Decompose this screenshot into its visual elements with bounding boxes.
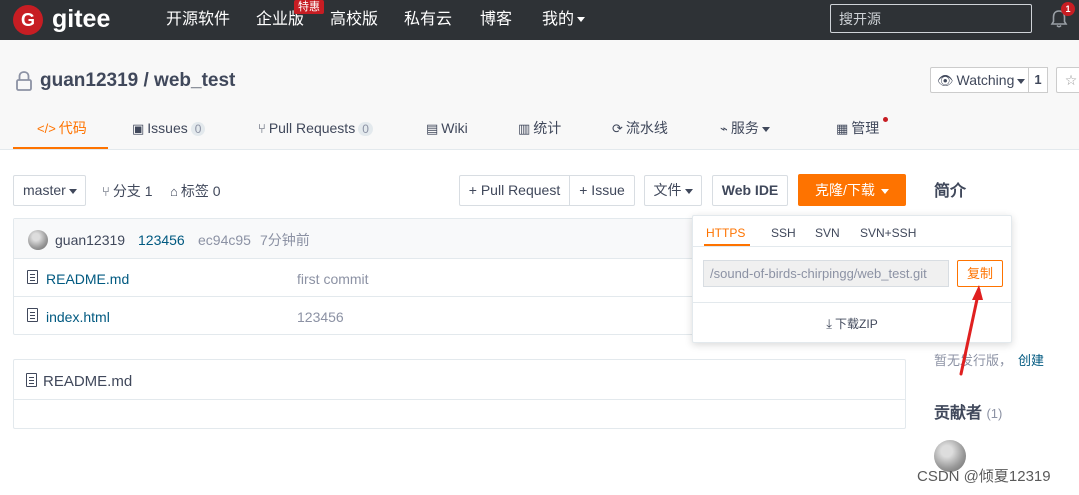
tab-wiki-label: Wiki	[441, 120, 468, 136]
manage-notice-dot	[883, 117, 888, 122]
notification-count-badge: 1	[1061, 2, 1075, 16]
watch-count[interactable]: 1	[1028, 67, 1048, 93]
tab-manage[interactable]: ▦ 管理	[836, 118, 879, 139]
file-commit-message[interactable]: first commit	[297, 269, 369, 289]
nav-open-source[interactable]: 开源软件	[166, 10, 230, 30]
branch-icon: ⑂	[102, 184, 110, 199]
tab-pipeline-label: 流水线	[625, 120, 668, 136]
branches-label: 分支 1	[112, 183, 153, 199]
watch-label: Watching	[956, 72, 1015, 88]
top-navbar: G gitee 开源软件 企业版 特惠 高校版 私有云 博客 我的 1	[0, 0, 1079, 40]
lock-icon	[16, 71, 32, 91]
star-icon[interactable]: ☆	[1056, 67, 1079, 93]
contributors-count: (1)	[986, 406, 1003, 421]
pulse-icon: ⌁	[720, 121, 728, 136]
commit-hash[interactable]: ec94c95	[198, 230, 251, 250]
contributors-label: 贡献者	[934, 405, 983, 422]
new-issue-button[interactable]: + Issue	[569, 175, 635, 206]
readme-panel: README.md	[13, 359, 906, 429]
tab-pull-requests[interactable]: ⑂ Pull Requests 0	[258, 118, 373, 139]
pipeline-icon: ⟳	[612, 121, 623, 136]
contributors-title: 贡献者 (1)	[934, 404, 1002, 424]
web-ide-button[interactable]: Web IDE	[712, 175, 788, 206]
nav-blog[interactable]: 博客	[480, 10, 512, 30]
commit-author[interactable]: guan12319	[55, 230, 125, 250]
search-input[interactable]	[830, 4, 1032, 33]
branch-select-label: master	[23, 182, 66, 198]
file-icon	[27, 270, 38, 284]
gitee-logo-text[interactable]: gitee	[52, 5, 110, 33]
tags-link[interactable]: ⌂ 标签 0	[170, 181, 221, 202]
file-name[interactable]: README.md	[46, 269, 129, 289]
new-pull-request-button[interactable]: + Pull Request	[459, 175, 570, 206]
tab-pipeline[interactable]: ⟳ 流水线	[612, 118, 668, 139]
readme-title: README.md	[43, 373, 133, 390]
gitee-logo-icon[interactable]: G	[13, 5, 43, 35]
nav-private-cloud[interactable]: 私有云	[404, 10, 452, 30]
tags-label: 标签 0	[180, 183, 221, 199]
pr-count-badge: 0	[358, 122, 373, 136]
pull-request-icon: ⑂	[258, 121, 266, 136]
enterprise-promo-badge: 特惠	[294, 0, 324, 14]
tab-code[interactable]: </> 代码	[37, 118, 87, 139]
readme-file-icon	[26, 373, 37, 387]
tab-manage-label: 管理	[851, 120, 880, 136]
branches-link[interactable]: ⑂ 分支 1	[102, 181, 153, 202]
active-tab-indicator	[13, 147, 108, 149]
tag-icon: ⌂	[170, 184, 178, 199]
clone-tab-svn[interactable]: SVN	[815, 225, 840, 241]
chevron-down-icon	[684, 188, 693, 194]
intro-title: 简介	[934, 183, 967, 200]
repo-title[interactable]: guan12319 / web_test	[40, 70, 235, 92]
download-icon: ⤓	[826, 316, 833, 331]
readme-header: README.md	[14, 360, 905, 400]
csdn-watermark: CSDN @倾夏12319	[917, 468, 1051, 485]
issues-icon: ▣	[132, 121, 145, 136]
tab-pull-requests-label: Pull Requests	[268, 120, 356, 136]
clone-tab-https[interactable]: HTTPS	[706, 225, 745, 241]
divider	[693, 246, 1011, 247]
wiki-book-icon: ▤	[426, 121, 439, 136]
nav-university[interactable]: 高校版	[330, 10, 378, 30]
manage-icon: ▦	[836, 121, 849, 136]
clone-tab-svn-ssh[interactable]: SVN+SSH	[860, 225, 916, 241]
file-menu-label: 文件	[653, 182, 682, 198]
tab-stats-label: 统计	[533, 120, 562, 136]
clone-tab-ssh[interactable]: SSH	[771, 225, 796, 241]
file-menu-button[interactable]: 文件	[644, 175, 702, 206]
chevron-down-icon	[761, 126, 770, 132]
tab-issues[interactable]: ▣ Issues 0	[132, 118, 206, 139]
create-release-link[interactable]: 创建	[1018, 353, 1044, 368]
chevron-down-icon	[1017, 78, 1026, 84]
tab-wiki[interactable]: ▤ Wiki	[426, 118, 468, 139]
chevron-down-icon	[68, 188, 77, 194]
file-icon	[27, 308, 38, 322]
tab-services[interactable]: ⌁ 服务	[720, 118, 770, 139]
avatar[interactable]	[28, 230, 48, 250]
file-name[interactable]: index.html	[46, 307, 110, 327]
commit-time: 7分钟前	[260, 232, 310, 248]
code-icon: </>	[37, 121, 56, 136]
annotation-arrow-icon	[959, 285, 983, 376]
bar-chart-icon: ▥	[518, 121, 531, 136]
file-commit-message[interactable]: 123456	[297, 307, 344, 327]
branch-select[interactable]: master	[13, 175, 86, 206]
clone-download-label: 克隆/下载	[815, 182, 875, 198]
tab-services-label: 服务	[730, 120, 759, 136]
tab-code-label: 代码	[58, 120, 87, 136]
nav-mine-label: 我的	[542, 11, 575, 28]
chevron-down-icon	[880, 188, 889, 194]
issues-count-badge: 0	[190, 122, 206, 136]
nav-mine-menu[interactable]: 我的	[542, 10, 586, 30]
clone-url-field[interactable]: /sound-of-birds-chirpingg/web_test.git	[703, 260, 949, 287]
commit-message[interactable]: 123456	[138, 230, 185, 250]
download-zip-label: 下载ZIP	[835, 317, 878, 331]
eye-icon: 👁	[937, 73, 954, 88]
chevron-down-icon	[577, 17, 586, 23]
watch-button[interactable]: 👁 Watching	[930, 67, 1029, 93]
tab-stats[interactable]: ▥ 统计	[518, 118, 561, 139]
clone-download-button[interactable]: 克隆/下载	[798, 174, 906, 206]
tab-issues-label: Issues	[147, 120, 188, 136]
